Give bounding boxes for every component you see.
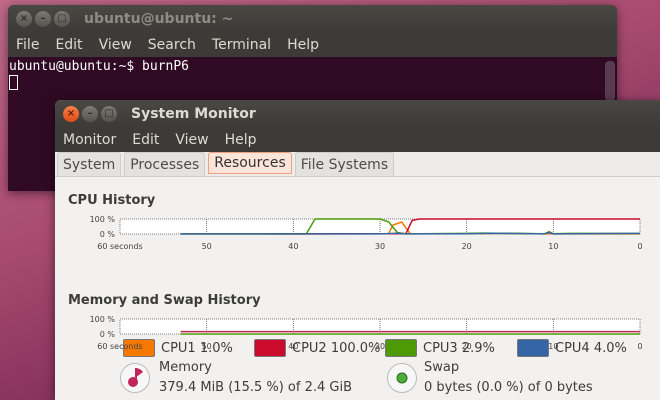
menu-edit[interactable]: Edit: [55, 37, 82, 53]
x-tick-label: 60 seconds: [97, 342, 142, 351]
menu-search[interactable]: Search: [148, 37, 196, 53]
minimize-icon[interactable]: –: [35, 10, 51, 27]
tab-file-systems[interactable]: File Systems: [294, 152, 395, 176]
cpu-history-chart: 60 seconds 50 40 30 20 10 0 100 % 0 %: [90, 215, 643, 251]
terminal-titlebar: × – □ ubuntu@ubuntu: ~: [8, 5, 617, 32]
menu-view[interactable]: View: [99, 37, 132, 53]
tab-system[interactable]: System: [57, 152, 122, 176]
menu-help[interactable]: Help: [225, 132, 257, 148]
terminal-scrollbar[interactable]: [605, 61, 615, 101]
menu-file[interactable]: File: [16, 37, 39, 53]
cpu-history-heading: CPU History: [68, 193, 156, 208]
y-tick-label: 0 %: [100, 330, 116, 339]
memory-value: 379.4 MiB (15.5 %) of 2.4 GiB: [159, 380, 353, 395]
x-tick-label: 10: [548, 342, 558, 351]
minimize-icon[interactable]: –: [82, 105, 98, 122]
terminal-menubar: File Edit View Search Terminal Help: [8, 32, 617, 57]
swap-pie-icon[interactable]: [387, 363, 417, 393]
terminal-title: ubuntu@ubuntu: ~: [84, 10, 234, 27]
tab-resources[interactable]: Resources: [208, 152, 292, 174]
y-tick-label: 100 %: [90, 315, 116, 324]
x-tick-label: 30: [375, 242, 385, 251]
x-tick-label: 40: [288, 342, 298, 351]
memory-info: Memory 379.4 MiB (15.5 %) of 2.4 GiB: [159, 358, 352, 398]
x-tick-label: 40: [288, 242, 298, 251]
menu-help[interactable]: Help: [287, 37, 319, 53]
x-tick-label: 50: [202, 242, 212, 251]
swap-info: Swap 0 bytes (0.0 %) of 0 bytes: [424, 358, 593, 398]
terminal-prompt-line: ubuntu@ubuntu:~$ burnP6: [9, 59, 190, 74]
menu-terminal[interactable]: Terminal: [212, 37, 271, 53]
close-icon[interactable]: ×: [63, 105, 79, 122]
memory-pie-icon[interactable]: [120, 363, 150, 393]
y-tick-label: 0 %: [100, 230, 116, 239]
memory-history-chart: 60 seconds 50 40 30 20 10 0 100 % 0 %: [90, 315, 643, 351]
maximize-icon[interactable]: □: [101, 105, 117, 122]
memory-history-heading: Memory and Swap History: [68, 293, 261, 308]
memory-label: Memory: [159, 360, 212, 375]
terminal-cursor: [9, 75, 18, 90]
tab-bar: System Processes Resources File Systems: [55, 152, 660, 177]
x-tick-label: 60 seconds: [97, 242, 142, 251]
resources-panel: CPU History 60 seconds 50 40 30 20 10 0 100 % 0 …: [55, 180, 660, 400]
x-tick-label: 20: [462, 342, 472, 351]
sysmon-title: System Monitor: [131, 105, 256, 122]
sysmon-titlebar: × – □ System Monitor: [55, 100, 660, 127]
sysmon-menubar: Monitor Edit View Help: [55, 127, 660, 152]
x-tick-label: 0: [637, 242, 642, 251]
menu-view[interactable]: View: [175, 132, 208, 148]
x-tick-label: 30: [375, 342, 385, 351]
tab-processes[interactable]: Processes: [124, 152, 206, 176]
x-tick-label: 50: [202, 342, 212, 351]
y-tick-label: 100 %: [90, 215, 116, 224]
close-icon[interactable]: ×: [16, 10, 32, 27]
x-tick-label: 10: [548, 242, 558, 251]
x-tick-label: 20: [462, 242, 472, 251]
x-tick-label: 0: [637, 342, 642, 351]
menu-monitor[interactable]: Monitor: [63, 132, 116, 148]
swap-value: 0 bytes (0.0 %) of 0 bytes: [424, 380, 593, 395]
maximize-icon[interactable]: □: [54, 10, 70, 27]
swap-label: Swap: [424, 360, 460, 375]
menu-edit[interactable]: Edit: [132, 132, 159, 148]
system-monitor-window: × – □ System Monitor Monitor Edit View H…: [55, 100, 660, 400]
